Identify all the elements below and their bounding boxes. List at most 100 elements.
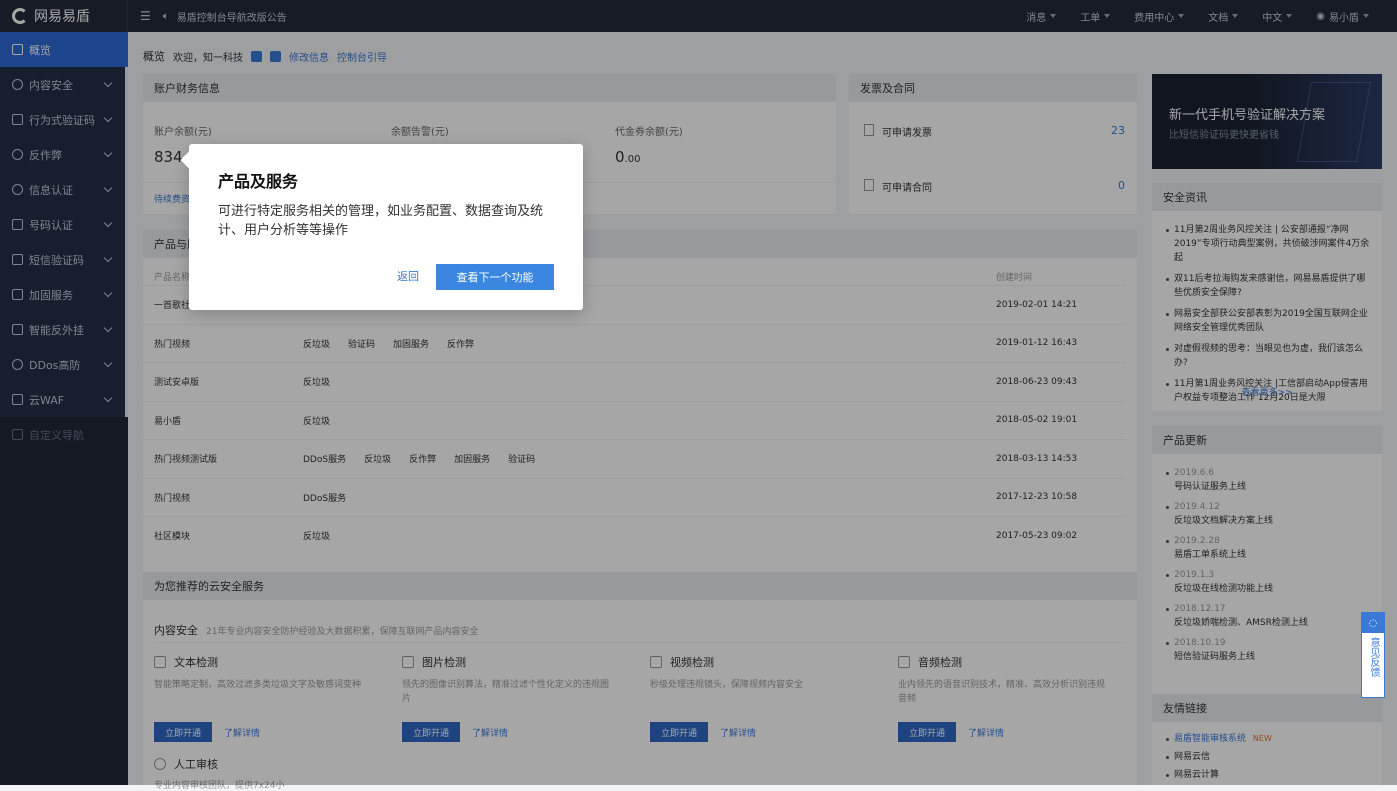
table-row[interactable]: 社区模块 反垃圾 2017-05-23 09:02 [143, 516, 1126, 554]
link-netease-yunxin[interactable]: 网易云信 [1174, 752, 1210, 762]
update-item: 2018.10.19 短信验证码服务上线 [1164, 636, 1372, 664]
open-service-button[interactable]: 立即开通 [402, 722, 460, 742]
link-netease-cloud[interactable]: 网易云计算 [1174, 770, 1219, 780]
banner-subtitle: 比短信验证码更快更省钱 [1169, 130, 1279, 141]
table-row[interactable]: 易小盾 反垃圾 2018-05-02 19:01 [143, 400, 1126, 439]
top-menu: 消息 工单 费用中心 文档 中文 ◉ 易小盾 [1026, 9, 1397, 24]
contract-row[interactable]: 可申请合同 [864, 179, 932, 194]
console-guide-link[interactable]: 控制台引导 [337, 49, 387, 64]
service-icon [154, 656, 166, 668]
updates-list: 2019.6.6 号码认证服务上线 2019.4.12 反垃圾文档解决方案上线 2019… [1164, 466, 1372, 670]
col-time: 创建时间 [996, 273, 1033, 283]
news-item[interactable]: 网易安全部获公安部表彰为2019全国互联网企业网络安全管理优秀团队 [1164, 307, 1372, 335]
chevron-down-icon [1232, 14, 1239, 18]
invoice-row[interactable]: 可申请发票 [864, 124, 932, 139]
sidebar-item-label: 内容安全 [29, 78, 73, 92]
page-title: 概览 [143, 50, 165, 63]
finance-title: 账户财务信息 [143, 74, 836, 102]
sidebar-products: 内容安全 行为式验证码 反作弊 信息认证 号码认证 短信验证码 加固服务 智能反… [0, 67, 128, 417]
table-row[interactable]: 热门视频测试版 DDoS服务 反垃圾 反作弊 加固服务 验证码 2018-03-13 14:… [143, 439, 1126, 477]
user-menu[interactable]: ◉ 易小盾 [1316, 9, 1369, 24]
mail-icon[interactable] [270, 50, 281, 62]
news-more-link[interactable]: 查看更多>> [1152, 385, 1382, 398]
message-icon [12, 254, 23, 265]
menu-language[interactable]: 中文 [1262, 9, 1293, 24]
contract-count[interactable]: 0 [1118, 179, 1125, 192]
sidebar-item-hardening[interactable]: 加固服务 [0, 277, 125, 312]
news-card: 安全资讯 11月第2周业务风控关注 | 公安部通报“净网2019”专项行动典型案… [1152, 183, 1382, 411]
promo-banner[interactable]: 新一代手机号验证解决方案 比短信验证码更快更省钱 [1152, 74, 1382, 169]
sidebar-item-captcha[interactable]: 行为式验证码 [0, 102, 125, 137]
pending-renewal-link[interactable]: 待续费资 [154, 192, 190, 205]
product-services: 反垃圾 [303, 529, 348, 542]
sidebar-item-ddos[interactable]: DDos高防 [0, 347, 125, 382]
table-row[interactable]: 热门视频 反垃圾 验证码 加固服务 反作弊 2019-01-12 16:43 [143, 323, 1126, 362]
service-tag: 反垃圾 [303, 416, 331, 427]
open-service-button[interactable]: 立即开通 [650, 722, 708, 742]
balance-label: 账户余额(元) [154, 127, 212, 138]
service-name: 视频检测 [670, 656, 714, 669]
update-text: 反垃圾娇喘检测、AMSR检测上线 [1174, 618, 1308, 628]
sidebar-item-anti-plugin[interactable]: 智能反外挂 [0, 312, 125, 347]
popover-body: 可进行特定服务相关的管理，如业务配置、数据查询及统计、用户分析等等操作 [218, 204, 544, 238]
link-audit-system[interactable]: 易盾智能审核系统 [1174, 734, 1246, 744]
menu-docs[interactable]: 文档 [1208, 9, 1239, 24]
update-text: 反垃圾文档解决方案上线 [1174, 516, 1274, 526]
tour-popover: 产品及服务 可进行特定服务相关的管理，如业务配置、数据查询及统计、用户分析等等操… [189, 144, 583, 310]
open-service-button[interactable]: 立即开通 [898, 722, 956, 742]
product-name: 易小盾 [154, 416, 182, 427]
news-item[interactable]: 对虚假视频的思考：当眼见也为虚，我们该怎么办? [1164, 342, 1372, 370]
service-detail-link[interactable]: 了解详情 [224, 726, 260, 739]
top-bar: 网易易盾 ☰ 🔈︎ 易盾控制台导航改版公告 消息 工单 费用中心 文档 中文 ◉… [0, 0, 1397, 32]
product-services: DDoS服务 [303, 491, 364, 504]
menu-toggle-icon[interactable]: ☰ [140, 9, 151, 23]
sidebar-item-label: 号码认证 [29, 218, 73, 232]
banner-title: 新一代手机号验证解决方案 [1169, 108, 1326, 123]
feedback-button[interactable]: ◌ 意见反馈 [1361, 612, 1385, 698]
service-card: 文本检测 智能策略定制，高效过滤多类垃圾文字及敏感词变种 立即开通 了解详情 [154, 654, 397, 742]
news-item[interactable]: 双11后考拉海购发来感谢信，网易易盾提供了哪些优质安全保障? [1164, 272, 1372, 300]
created-time: 2019-01-12 16:43 [996, 338, 1078, 348]
service-tag: 反作弊 [409, 455, 437, 465]
service-card: 视频检测 秒级处理违规镜头，保障视频内容安全 立即开通 了解详情 [650, 654, 893, 742]
invoice-count[interactable]: 23 [1111, 124, 1125, 137]
service-detail-link[interactable]: 了解详情 [472, 726, 508, 739]
edit-info-link[interactable]: 修改信息 [289, 49, 329, 64]
open-service-button[interactable]: 立即开通 [154, 722, 212, 742]
next-feature-button[interactable]: 查看下一个功能 [436, 264, 554, 290]
sidebar-item-waf[interactable]: 云WAF [0, 382, 125, 417]
sidebar-item-content-security[interactable]: 内容安全 [0, 67, 125, 102]
breadcrumb: 概览 欢迎，知一科技 修改信息 控制台引导 [143, 48, 387, 64]
created-time: 2017-05-23 09:02 [996, 530, 1078, 541]
mobile-icon[interactable] [251, 50, 262, 62]
sidebar-item-custom-nav[interactable]: 自定义导航 [0, 417, 128, 452]
voucher-value: 0.00 [615, 148, 640, 166]
menu-messages[interactable]: 消息 [1026, 9, 1057, 24]
updates-title: 产品更新 [1152, 426, 1382, 454]
menu-billing[interactable]: 费用中心 [1134, 9, 1185, 24]
sidebar-item-info-auth[interactable]: 信息认证 [0, 172, 125, 207]
service-detail-link[interactable]: 了解详情 [720, 726, 756, 739]
welcome-text: 欢迎，知一科技 [173, 52, 243, 64]
announcement[interactable]: 🔈︎ 易盾控制台导航改版公告 [163, 9, 287, 24]
service-tag: DDoS服务 [303, 455, 347, 465]
sidebar-item-number-auth[interactable]: 号码认证 [0, 207, 125, 242]
chevron-down-icon [103, 113, 113, 123]
sidebar: 概览 内容安全 行为式验证码 反作弊 信息认证 号码认证 短信验证码 加固服务 … [0, 32, 128, 785]
table-row[interactable]: 测试安卓版 反垃圾 2018-06-23 09:43 [143, 362, 1126, 400]
sidebar-item-overview[interactable]: 概览 [0, 32, 128, 67]
brand-logo[interactable]: 网易易盾 [0, 0, 128, 32]
update-text: 短信验证码服务上线 [1174, 652, 1256, 662]
popover-title: 产品及服务 [218, 172, 299, 191]
person-icon [154, 758, 166, 770]
news-item[interactable]: 11月第2周业务风控关注 | 公安部通报“净网2019”专项行动典型案例，共侦破… [1164, 223, 1372, 265]
service-detail-link[interactable]: 了解详情 [968, 726, 1004, 739]
section-desc: 21年专业内容安全防护经验及大数据积累，保障互联网产品内容安全 [206, 627, 479, 637]
table-row[interactable]: 热门视频 DDoS服务 2017-12-23 10:58 [143, 477, 1126, 516]
sidebar-item-sms[interactable]: 短信验证码 [0, 242, 125, 277]
product-name: 测试安卓版 [154, 378, 200, 388]
service-tag: DDoS服务 [303, 493, 347, 504]
menu-tickets[interactable]: 工单 [1080, 9, 1111, 24]
sidebar-item-anti-cheat[interactable]: 反作弊 [0, 137, 125, 172]
back-button[interactable]: 返回 [397, 268, 419, 284]
